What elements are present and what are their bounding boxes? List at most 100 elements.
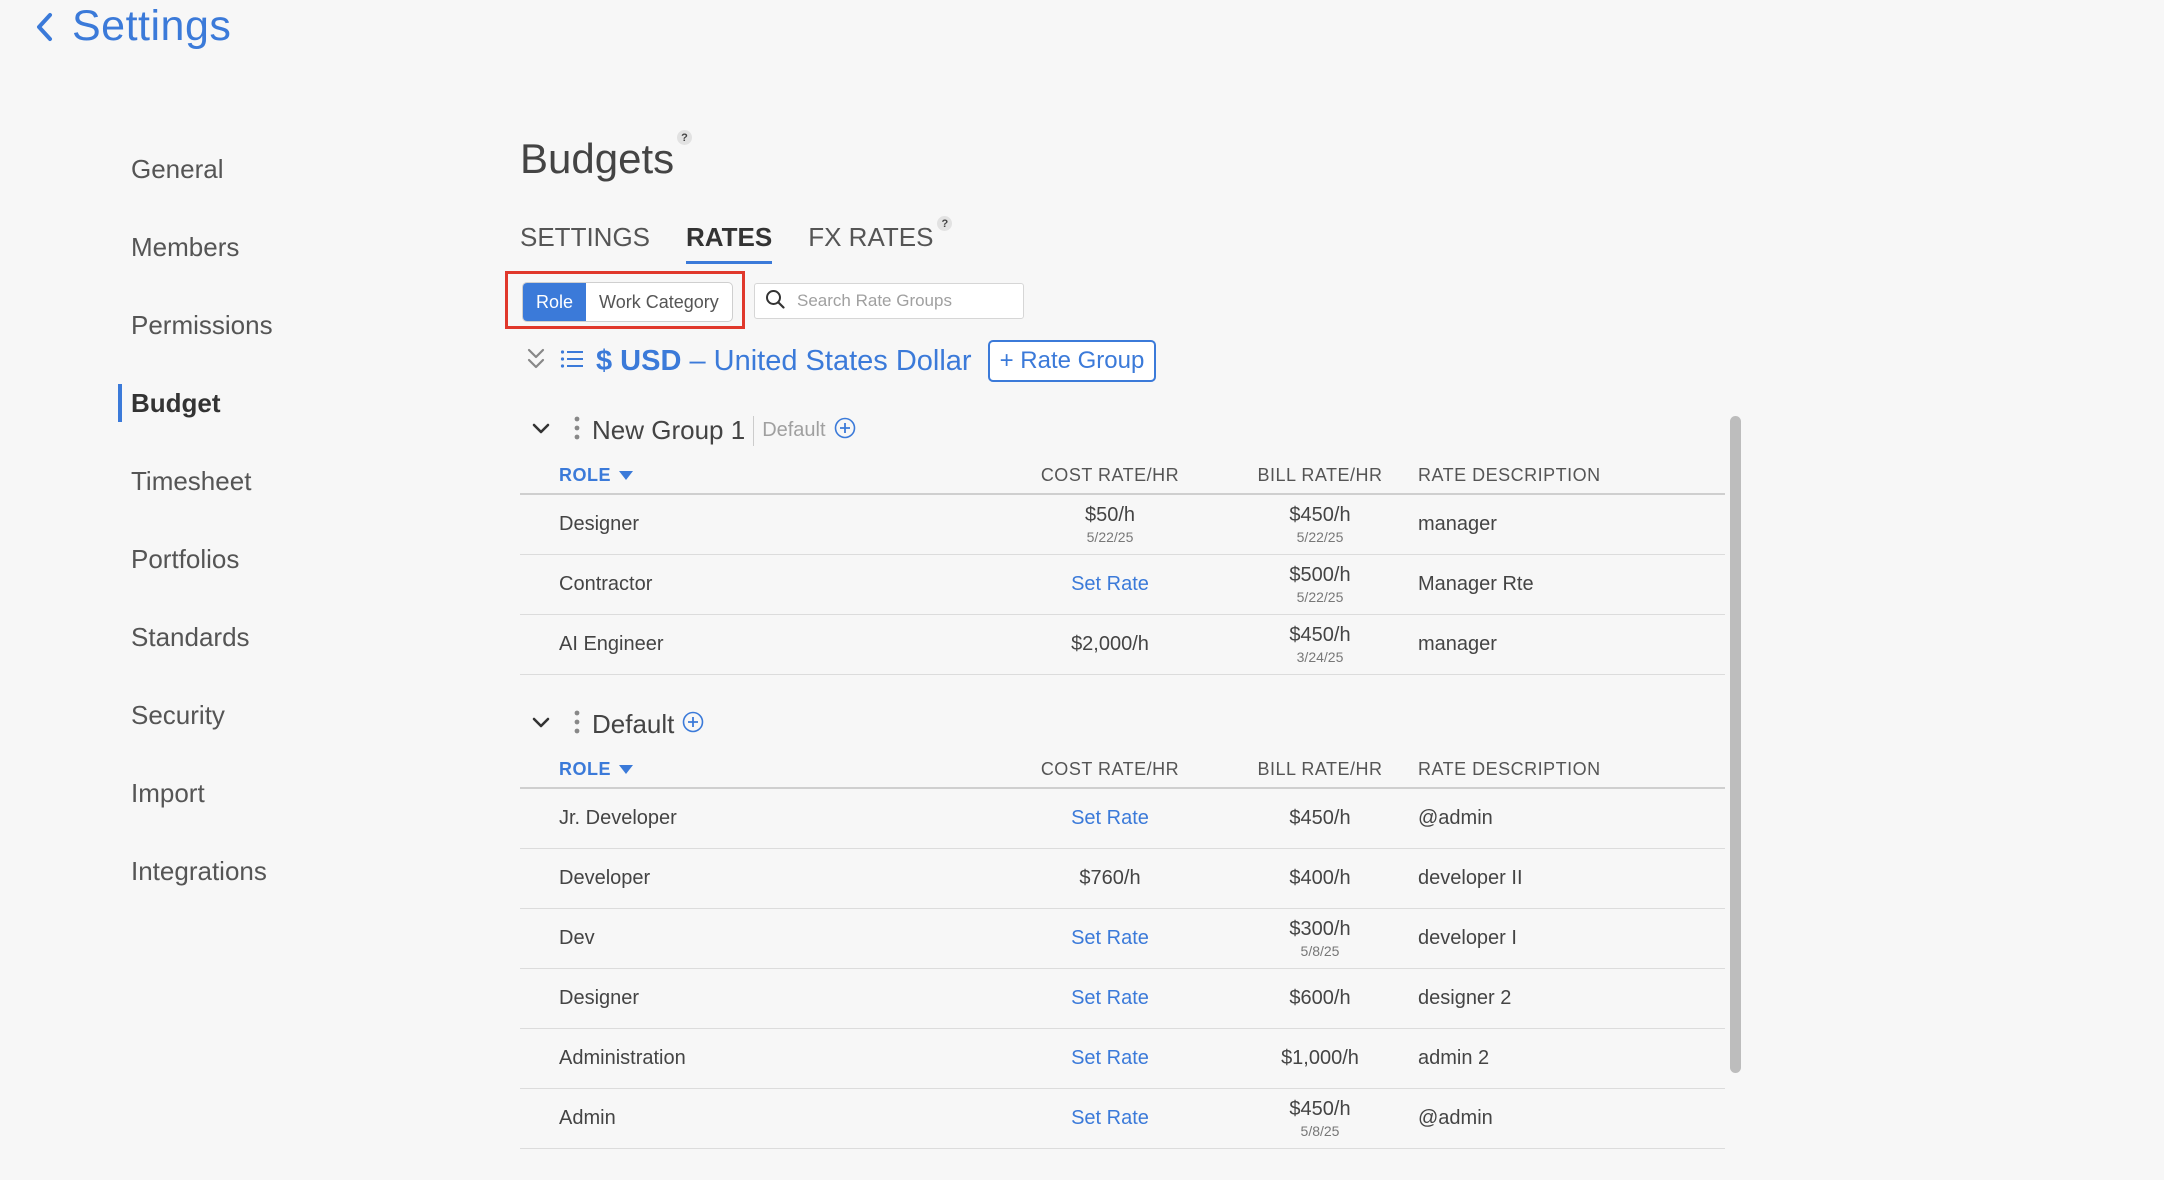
bill-date: 5/8/25 xyxy=(1300,1122,1340,1139)
scrollbar[interactable] xyxy=(1730,416,1741,1073)
help-icon[interactable]: ? xyxy=(677,130,692,145)
currency-row: $ USD – United States Dollar + Rate Grou… xyxy=(526,340,1157,382)
role-column-header[interactable]: ROLE xyxy=(520,759,920,780)
sidebar-item-permissions[interactable]: Permissions xyxy=(118,286,418,364)
role-column-header[interactable]: ROLE xyxy=(520,465,920,486)
rates-table: ROLE COST RATE/HR BILL RATE/HR RATE DESC… xyxy=(520,457,1725,675)
toggle-role-button[interactable]: Role xyxy=(523,283,587,321)
bill-value: $1,000/h xyxy=(1281,1047,1359,1069)
bill-value: $500/h xyxy=(1289,563,1351,586)
desc-cell: manager xyxy=(1418,633,1497,655)
more-vertical-icon[interactable] xyxy=(574,416,580,445)
currency-label[interactable]: $ USD – United States Dollar xyxy=(596,345,972,378)
table-row[interactable]: Jr. Developer Set Rate $450/h @admin xyxy=(520,789,1725,849)
tab-settings[interactable]: SETTINGS xyxy=(520,222,650,264)
cost-cell: $50/h 5/22/25 xyxy=(920,504,1220,545)
tab-rates[interactable]: RATES xyxy=(686,222,773,264)
cost-value: $760/h xyxy=(1079,867,1141,889)
desc-column-header: RATE DESCRIPTION xyxy=(1418,758,1601,779)
bill-cell: $300/h 5/8/25 xyxy=(1240,917,1400,959)
chevron-down-icon[interactable] xyxy=(532,422,554,440)
currency-code: $ USD xyxy=(596,344,682,377)
sidebar-item-general[interactable]: General xyxy=(118,130,418,208)
search-icon xyxy=(765,289,785,314)
bill-value: $600/h xyxy=(1289,987,1351,1009)
bill-value: $300/h xyxy=(1289,917,1351,940)
cost-cell: $2,000/h xyxy=(920,634,1220,655)
cost-cell: Set Rate xyxy=(920,808,1220,829)
desc-column-header: RATE DESCRIPTION xyxy=(1418,464,1601,485)
chevron-down-icon[interactable] xyxy=(532,716,554,734)
cost-column-header: COST RATE/HR xyxy=(1040,464,1180,485)
set-rate-link[interactable]: Set Rate xyxy=(1071,927,1149,949)
desc-cell: developer II xyxy=(1418,867,1523,889)
add-circle-icon[interactable] xyxy=(834,417,856,444)
sidebar-item-standards[interactable]: Standards xyxy=(118,598,418,676)
bill-cell: $400/h xyxy=(1240,868,1400,889)
cost-cell: Set Rate xyxy=(920,988,1220,1009)
sidebar-item-portfolios[interactable]: Portfolios xyxy=(118,520,418,598)
table-row[interactable]: Developer $760/h $400/h developer II xyxy=(520,849,1725,909)
add-circle-icon[interactable] xyxy=(682,711,704,738)
group-name[interactable]: Default xyxy=(592,709,674,740)
default-label: Default xyxy=(762,419,826,441)
chevron-left-icon[interactable] xyxy=(34,11,54,43)
role-cell: Developer xyxy=(559,867,651,889)
table-row[interactable]: Designer Set Rate $600/h designer 2 xyxy=(520,969,1725,1029)
desc-cell: designer 2 xyxy=(1418,987,1512,1009)
search-input[interactable] xyxy=(795,290,1019,312)
bill-value: $450/h xyxy=(1289,503,1351,526)
group-name[interactable]: New Group 1 xyxy=(592,415,745,446)
bill-value: $400/h xyxy=(1289,867,1351,889)
set-rate-link[interactable]: Set Rate xyxy=(1071,987,1149,1009)
desc-cell: manager xyxy=(1418,513,1497,535)
sidebar-item-budget[interactable]: Budget xyxy=(118,364,418,442)
sidebar-item-import[interactable]: Import xyxy=(118,754,418,832)
role-cell: Administration xyxy=(559,1047,686,1069)
sidebar-item-security[interactable]: Security xyxy=(118,676,418,754)
bill-cell: $450/h 5/8/25 xyxy=(1240,1098,1400,1139)
tab-fx-rates[interactable]: FX RATES? xyxy=(808,216,953,264)
table-row[interactable]: Administration Set Rate $1,000/h admin 2 xyxy=(520,1029,1725,1089)
cost-column-header: COST RATE/HR xyxy=(1040,758,1180,779)
sidebar-item-members[interactable]: Members xyxy=(118,208,418,286)
set-rate-link[interactable]: Set Rate xyxy=(1071,1107,1149,1129)
fx-help-icon[interactable]: ? xyxy=(937,216,953,231)
table-row[interactable]: Contractor Set Rate $500/h 5/22/25 Manage… xyxy=(520,555,1725,615)
search-box xyxy=(754,283,1024,319)
desc-cell: developer I xyxy=(1418,927,1517,949)
table-row[interactable]: Designer $50/h 5/22/25 $450/h 5/22/25 mana… xyxy=(520,495,1725,555)
section-title: Budgets xyxy=(520,135,675,182)
table-row[interactable]: AI Engineer $2,000/h $450/h 3/24/25 manag… xyxy=(520,615,1725,675)
role-column-label: ROLE xyxy=(559,464,612,485)
set-rate-link[interactable]: Set Rate xyxy=(1071,807,1149,829)
bill-date: 3/24/25 xyxy=(1296,648,1344,665)
bill-date: 5/22/25 xyxy=(1296,588,1344,605)
desc-cell: Manager Rte xyxy=(1418,573,1534,595)
sidebar-item-integrations[interactable]: Integrations xyxy=(118,832,418,910)
more-vertical-icon[interactable] xyxy=(574,710,580,739)
cost-value: $2,000/h xyxy=(1071,633,1149,655)
list-icon[interactable] xyxy=(560,349,584,374)
bill-value: $450/h xyxy=(1289,623,1351,646)
toggle-work-category-button[interactable]: Work Category xyxy=(586,283,732,321)
bill-value: $450/h xyxy=(1289,807,1351,829)
collapse-all-icon[interactable] xyxy=(526,346,546,377)
bill-cell: $1,000/h xyxy=(1240,1048,1400,1069)
bill-date: 5/22/25 xyxy=(1296,528,1344,545)
settings-sidebar: General Members Permissions Budget Times… xyxy=(118,130,418,910)
table-row[interactable]: Admin Set Rate $450/h 5/8/25 @admin xyxy=(520,1089,1725,1149)
header: Settings xyxy=(34,2,231,51)
set-rate-link[interactable]: Set Rate xyxy=(1071,1047,1149,1069)
group-header: New Group 1 Default xyxy=(526,415,856,446)
desc-cell: admin 2 xyxy=(1418,1047,1490,1069)
role-cell: AI Engineer xyxy=(559,633,664,655)
currency-name: – United States Dollar xyxy=(689,344,972,377)
table-row[interactable]: Dev Set Rate $300/h 5/8/25 developer I xyxy=(520,909,1725,969)
cost-cell: Set Rate xyxy=(920,1048,1220,1069)
set-rate-link[interactable]: Set Rate xyxy=(1071,573,1149,595)
add-rate-group-button[interactable]: + Rate Group xyxy=(987,340,1157,382)
bill-cell: $450/h 3/24/25 xyxy=(1240,623,1400,665)
rates-table: ROLE COST RATE/HR BILL RATE/HR RATE DESC… xyxy=(520,751,1725,1149)
sidebar-item-timesheet[interactable]: Timesheet xyxy=(118,442,418,520)
